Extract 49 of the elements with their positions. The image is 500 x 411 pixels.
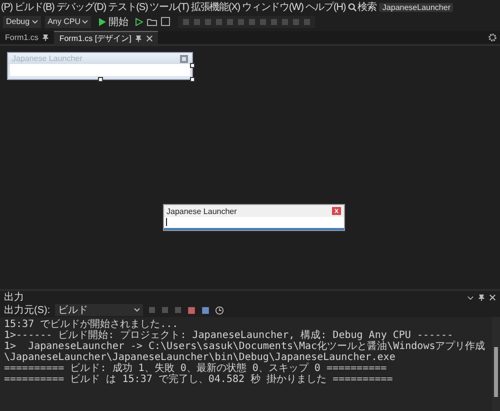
search-label: 検索 (358, 0, 376, 14)
scrollbar[interactable] (492, 317, 500, 411)
menu-item[interactable]: ツール(T) (148, 0, 190, 14)
chevron-icon (32, 20, 38, 24)
menu-item[interactable]: ビルド(B) (14, 0, 56, 14)
source-dropdown[interactable]: ビルド (55, 304, 144, 316)
resize-handle[interactable] (98, 77, 103, 82)
window-title: Japanese Launcher (166, 206, 237, 216)
document-tab[interactable]: Form1.cs (0, 31, 54, 44)
text-input[interactable] (164, 217, 344, 230)
resize-handle[interactable] (190, 77, 195, 82)
chevron-icon (134, 308, 140, 312)
start-button[interactable]: 開始 (95, 16, 132, 28)
play-icon (98, 18, 106, 26)
window-icon[interactable] (161, 17, 170, 26)
panel-title: 出力 (4, 290, 24, 304)
source-label: 出力元(S): (4, 304, 50, 317)
form-title: Japanese Launcher (12, 54, 82, 63)
document-tab[interactable]: Form1.cs [デザイン] (54, 30, 158, 44)
search-menu[interactable]: 検索 (346, 0, 378, 14)
configuration-dropdown[interactable]: Debug (3, 16, 41, 28)
output-line: ========== ビルド: 成功 1、失敗 0、最新の状態 0、スキップ 0 ========== (4, 363, 388, 374)
close-icon[interactable] (332, 207, 340, 215)
output-line: 1> JapaneseLauncher -> C:\Users\sasuk\Documents\Mac化ツールと醤油\Windowsアプリ作成\JapaneseLauncher\JapaneseLauncher\bin\Debug\JapaneseLauncher.exe (4, 341, 486, 363)
output-line: 1>------ ビルド開始: プロジェクト: JapaneseLauncher, 構成: Debug Any CPU ------ (4, 330, 454, 341)
menu-item[interactable]: ウィンドウ(W) (241, 0, 304, 14)
output-line: ========== ビルド は 15:37 で完了し、04.582 秒 掛かりました ========== (4, 374, 394, 385)
pin-icon[interactable] (478, 294, 485, 300)
resize-handle[interactable] (190, 63, 195, 68)
close-icon[interactable] (146, 34, 154, 42)
chevron-icon[interactable] (467, 294, 474, 300)
output-line: 15:37 でビルドが開始されました... (4, 319, 180, 330)
clock-icon[interactable] (215, 306, 224, 314)
menu-item[interactable]: テスト(S) (106, 0, 149, 14)
pin-icon[interactable] (135, 34, 142, 42)
control-box-icon (180, 54, 188, 62)
solution-name: JapaneseLauncher (379, 2, 454, 12)
menu-item[interactable]: (P) (0, 2, 14, 12)
chevron-icon (82, 20, 88, 24)
settings-icon[interactable] (488, 33, 497, 42)
folder-icon[interactable] (147, 18, 158, 26)
menu-item[interactable]: 拡張機能(X) (190, 0, 241, 14)
play-outline-icon[interactable] (135, 18, 144, 26)
platform-dropdown[interactable]: Any CPU (44, 16, 92, 28)
search-icon (348, 2, 357, 12)
close-icon[interactable] (489, 294, 496, 300)
menu-item[interactable]: デバッグ(D) (55, 0, 107, 14)
pin-icon[interactable] (42, 34, 50, 41)
menu-item[interactable]: ヘルプ(H) (304, 0, 347, 14)
